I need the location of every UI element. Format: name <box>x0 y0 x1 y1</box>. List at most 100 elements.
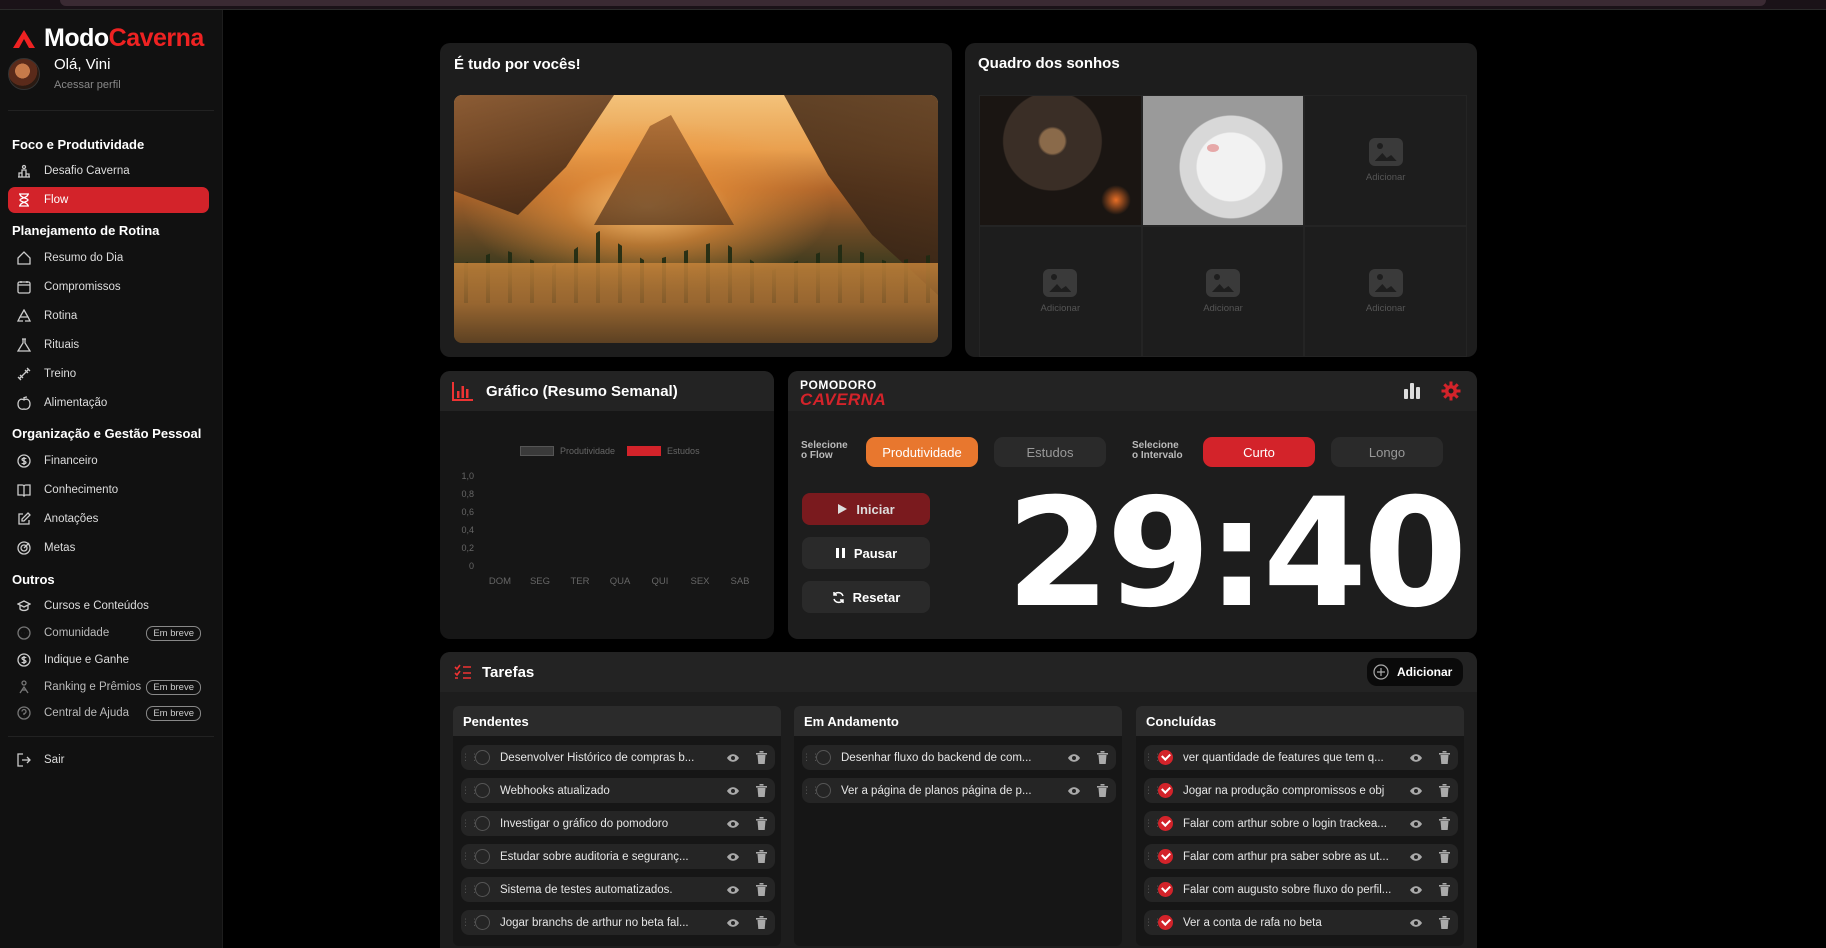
drag-handle-icon[interactable]: ⋮⋮ <box>1144 884 1162 895</box>
interval-option-curto[interactable]: Curto <box>1203 437 1315 467</box>
task-item[interactable]: ⋮⋮ Desenvolver Histórico de compras b... <box>461 745 775 770</box>
view-icon[interactable] <box>1402 885 1430 895</box>
trash-icon[interactable] <box>1430 751 1458 764</box>
trash-icon[interactable] <box>1088 784 1116 797</box>
task-checkbox[interactable] <box>1158 750 1173 765</box>
drag-handle-icon[interactable]: ⋮⋮ <box>1144 785 1162 796</box>
task-item[interactable]: ⋮⋮ Jogar na produção compromissos e obj <box>1144 778 1458 803</box>
drag-handle-icon[interactable]: ⋮⋮ <box>1144 752 1162 763</box>
trash-icon[interactable] <box>1088 751 1116 764</box>
sidebar-item-comunidade[interactable]: Comunidade Em breve <box>8 620 209 646</box>
task-item[interactable]: ⋮⋮ Falar com arthur pra saber sobre as ut… <box>1144 844 1458 869</box>
sidebar-item-ajuda[interactable]: Central de Ajuda Em breve <box>8 700 209 726</box>
user-profile[interactable]: Olá, Vini Acessar perfil <box>8 56 121 91</box>
sidebar-item-desafio-caverna[interactable]: Desafio Caverna <box>8 158 209 184</box>
pause-button[interactable]: Pausar <box>802 537 930 569</box>
flow-option-produtividade[interactable]: Produtividade <box>866 437 978 467</box>
trash-icon[interactable] <box>1430 817 1458 830</box>
task-item[interactable]: ⋮⋮ Jogar branchs de arthur no beta fal... <box>461 910 775 935</box>
drag-handle-icon[interactable]: ⋮⋮ <box>461 884 479 895</box>
task-item[interactable]: ⋮⋮ Estudar sobre auditoria e seguranç... <box>461 844 775 869</box>
view-icon[interactable] <box>719 786 747 796</box>
view-icon[interactable] <box>719 918 747 928</box>
task-item[interactable]: ⋮⋮ Investigar o gráfico do pomodoro <box>461 811 775 836</box>
sidebar-item-conhecimento[interactable]: Conhecimento <box>8 477 209 503</box>
task-item[interactable]: ⋮⋮ ver quantidade de features que tem q..… <box>1144 745 1458 770</box>
drag-handle-icon[interactable]: ⋮⋮ <box>802 785 820 796</box>
interval-option-longo[interactable]: Longo <box>1331 437 1443 467</box>
drag-handle-icon[interactable]: ⋮⋮ <box>1144 851 1162 862</box>
sidebar-item-ranking[interactable]: Ranking e Prêmios Em breve <box>8 674 209 700</box>
sidebar-item-rituais[interactable]: Rituais <box>8 332 209 358</box>
task-checkbox[interactable] <box>475 750 490 765</box>
view-icon[interactable] <box>719 885 747 895</box>
task-item[interactable]: ⋮⋮ Desenhar fluxo do backend de com... <box>802 745 1116 770</box>
task-checkbox[interactable] <box>1158 849 1173 864</box>
task-item[interactable]: ⋮⋮ Ver a página de planos página de p... <box>802 778 1116 803</box>
task-item[interactable]: ⋮⋮ Sistema de testes automatizados. <box>461 877 775 902</box>
drag-handle-icon[interactable]: ⋮⋮ <box>461 851 479 862</box>
drag-handle-icon[interactable]: ⋮⋮ <box>1144 917 1162 928</box>
view-icon[interactable] <box>719 852 747 862</box>
add-task-button[interactable]: Adicionar <box>1367 658 1463 686</box>
sidebar-item-financeiro[interactable]: Financeiro <box>8 448 209 474</box>
view-icon[interactable] <box>1402 819 1430 829</box>
task-checkbox[interactable] <box>475 816 490 831</box>
view-icon[interactable] <box>719 753 747 763</box>
dream-slot-empty[interactable]: Adicionar <box>1304 226 1467 357</box>
trash-icon[interactable] <box>747 751 775 764</box>
flow-option-estudos[interactable]: Estudos <box>994 437 1106 467</box>
view-icon[interactable] <box>1402 753 1430 763</box>
task-checkbox[interactable] <box>1158 783 1173 798</box>
dream-slot-empty[interactable]: Adicionar <box>1141 226 1305 357</box>
drag-handle-icon[interactable]: ⋮⋮ <box>461 917 479 928</box>
trash-icon[interactable] <box>747 784 775 797</box>
sidebar-item-cursos[interactable]: Cursos e Conteúdos <box>8 593 209 619</box>
reset-button[interactable]: Resetar <box>802 581 930 613</box>
trash-icon[interactable] <box>747 850 775 863</box>
sidebar-item-resumo-do-dia[interactable]: Resumo do Dia <box>8 245 209 271</box>
avatar[interactable] <box>8 57 40 90</box>
sidebar-item-rotina[interactable]: Rotina <box>8 303 209 329</box>
task-checkbox[interactable] <box>1158 915 1173 930</box>
task-item[interactable]: ⋮⋮ Falar com arthur sobre o login trackea… <box>1144 811 1458 836</box>
task-checkbox[interactable] <box>816 750 831 765</box>
trash-icon[interactable] <box>1430 850 1458 863</box>
drag-handle-icon[interactable]: ⋮⋮ <box>461 785 479 796</box>
trash-icon[interactable] <box>1430 916 1458 929</box>
drag-handle-icon[interactable]: ⋮⋮ <box>1144 818 1162 829</box>
gear-icon[interactable] <box>1441 381 1461 401</box>
sidebar-item-indique[interactable]: Indique e Ganhe <box>8 647 209 673</box>
task-checkbox[interactable] <box>1158 882 1173 897</box>
dream-slot-empty[interactable]: Adicionar <box>979 226 1142 357</box>
trash-icon[interactable] <box>1430 784 1458 797</box>
view-icon[interactable] <box>1402 918 1430 928</box>
drag-handle-icon[interactable]: ⋮⋮ <box>461 818 479 829</box>
dream-image-cat[interactable] <box>1141 95 1305 226</box>
sidebar-item-compromissos[interactable]: Compromissos <box>8 274 209 300</box>
task-item[interactable]: ⋮⋮ Webhooks atualizado <box>461 778 775 803</box>
dream-slot-empty[interactable]: Adicionar <box>1304 95 1467 226</box>
task-checkbox[interactable] <box>816 783 831 798</box>
dream-image-knight[interactable] <box>979 95 1142 226</box>
trash-icon[interactable] <box>747 817 775 830</box>
sidebar-item-metas[interactable]: Metas <box>8 535 209 561</box>
task-checkbox[interactable] <box>475 783 490 798</box>
view-icon[interactable] <box>1060 786 1088 796</box>
view-icon[interactable] <box>1402 786 1430 796</box>
trash-icon[interactable] <box>1430 883 1458 896</box>
start-button[interactable]: Iniciar <box>802 493 930 525</box>
stats-icon[interactable] <box>1402 381 1422 401</box>
view-icon[interactable] <box>1402 852 1430 862</box>
drag-handle-icon[interactable]: ⋮⋮ <box>802 752 820 763</box>
profile-link[interactable]: Acessar perfil <box>54 79 121 91</box>
drag-handle-icon[interactable]: ⋮⋮ <box>461 752 479 763</box>
task-checkbox[interactable] <box>475 882 490 897</box>
task-checkbox[interactable] <box>475 915 490 930</box>
task-item[interactable]: ⋮⋮ Falar com augusto sobre fluxo do perfi… <box>1144 877 1458 902</box>
task-checkbox[interactable] <box>475 849 490 864</box>
sidebar-item-flow[interactable]: Flow <box>8 187 209 213</box>
trash-icon[interactable] <box>747 916 775 929</box>
task-item[interactable]: ⋮⋮ Ver a conta de rafa no beta <box>1144 910 1458 935</box>
task-checkbox[interactable] <box>1158 816 1173 831</box>
